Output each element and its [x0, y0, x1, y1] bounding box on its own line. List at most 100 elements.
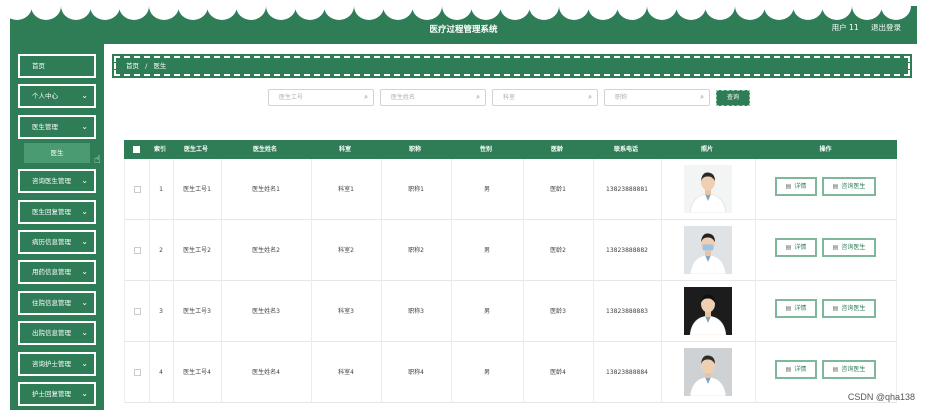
main-content: 首页 / 医生 医生工号 ⌕ 医生姓名 ⌕ 科室 ⌕ 职称 ⌕ 查询 索引 医生工号 医… — [104, 44, 917, 410]
detail-button[interactable]: ▤ 详情 — [775, 177, 817, 196]
table-row: 3 医生工号3 医生姓名3 科室3 职称3 男医龄3 13823888883 ▤ 详情 ▤ 咨询医生 — [124, 281, 897, 342]
cell-title: 职称2 — [408, 247, 424, 254]
cell-index: 4 — [159, 369, 163, 376]
sidebar-item-nurse-reply[interactable]: 护士回复管理 ⌄ — [18, 382, 96, 406]
consult-doctor-button[interactable]: ▤ 咨询医生 — [822, 177, 876, 196]
search-input-doctor-name[interactable]: 医生姓名 ⌕ — [380, 89, 486, 106]
chevron-down-icon: ⌄ — [81, 207, 88, 216]
detail-button[interactable]: ▤ 详情 — [775, 238, 817, 257]
search-icon: ⌕ — [476, 93, 480, 101]
sidebar-item-label: 咨询护士管理 — [32, 360, 71, 368]
row-checkbox[interactable] — [125, 281, 149, 342]
col-actions: 操作 — [819, 146, 832, 153]
cell-phone: 13823888883 — [606, 308, 648, 315]
cell-dept: 科室3 — [338, 308, 354, 315]
chevron-down-icon: ⌄ — [81, 122, 88, 131]
select-all-checkbox[interactable] — [124, 140, 148, 159]
user-name[interactable]: 用户 11 — [832, 23, 859, 32]
cell-index: 3 — [159, 308, 163, 315]
logout-link[interactable]: 退出登录 — [871, 23, 901, 32]
doctor-photo — [684, 226, 732, 275]
chevron-down-icon: ⌄ — [81, 237, 88, 246]
sidebar-item-personal-center[interactable]: 个人中心 ⌄ — [18, 84, 96, 108]
search-icon: ⌕ — [700, 93, 704, 101]
cell-title: 职称1 — [408, 186, 424, 193]
sidebar-item-discharge[interactable]: 出院信息管理 ⌄ — [18, 321, 96, 345]
detail-label: 详情 — [794, 244, 807, 251]
chevron-down-icon: ⌄ — [81, 91, 88, 100]
sidebar-item-doctor-management[interactable]: 医生管理 ⌄ — [18, 115, 96, 139]
sidebar-item-label: 首页 — [32, 62, 45, 70]
doctor-photo — [684, 165, 732, 214]
detail-button[interactable]: ▤ 详情 — [775, 360, 817, 379]
col-doctor-id: 医生工号 — [183, 146, 208, 153]
consult-doctor-button[interactable]: ▤ 咨询医生 — [822, 360, 876, 379]
detail-button[interactable]: ▤ 详情 — [775, 299, 817, 318]
cell-id: 医生工号2 — [183, 247, 211, 254]
cell-gender: 男 — [483, 369, 490, 376]
column-divider — [755, 159, 756, 220]
consult-doctor-button[interactable]: ▤ 咨询医生 — [822, 238, 876, 257]
row-checkbox[interactable] — [125, 159, 149, 220]
sidebar-item-label: 个人中心 — [32, 92, 58, 100]
sidebar-item-label: 病历信息管理 — [32, 238, 71, 246]
col-photo: 照片 — [700, 146, 713, 153]
search-input-title[interactable]: 职称 ⌕ — [604, 89, 710, 106]
cell-id: 医生工号3 — [183, 308, 211, 315]
sidebar-item-medical-records[interactable]: 病历信息管理 ⌄ — [18, 230, 96, 254]
sidebar-item-consult-doctor[interactable]: 咨询医生管理 ⌄ — [18, 169, 96, 193]
document-icon: ▤ — [785, 244, 792, 251]
sidebar-item-medication[interactable]: 用药信息管理 ⌄ — [18, 260, 96, 284]
cell-dept: 科室4 — [338, 369, 354, 376]
sidebar-item-label: 医生回复管理 — [32, 208, 71, 216]
column-divider — [755, 342, 756, 403]
column-divider — [755, 281, 756, 342]
col-department: 科室 — [338, 146, 351, 153]
column-divider — [755, 220, 756, 281]
sidebar-item-doctor-reply[interactable]: 医生回复管理 ⌄ — [18, 200, 96, 224]
search-input-doctor-id[interactable]: 医生工号 ⌕ — [268, 89, 374, 106]
breadcrumb-separator: / — [145, 62, 148, 70]
cell-name: 医生姓名4 — [252, 369, 280, 376]
sidebar-item-admission[interactable]: 住院信息管理 ⌄ — [18, 291, 96, 315]
detail-label: 详情 — [794, 183, 807, 190]
detail-label: 详情 — [794, 366, 807, 373]
search-icon: ⌕ — [364, 93, 368, 101]
cell-years: 医龄4 — [550, 369, 566, 376]
document-icon: ▤ — [832, 366, 839, 373]
sidebar-item-label: 用药信息管理 — [32, 268, 71, 276]
consult-doctor-button[interactable]: ▤ 咨询医生 — [822, 299, 876, 318]
search-button[interactable]: 查询 — [716, 90, 750, 106]
sidebar: 首页 个人中心 ⌄ 医生管理 ⌄ 医生 ☝ 咨询医生管理 ⌄ 医生回复管理 ⌄ 病历信息… — [10, 44, 104, 410]
sidebar-item-home[interactable]: 首页 — [18, 54, 96, 78]
row-checkbox[interactable] — [125, 342, 149, 403]
cell-name: 医生姓名3 — [252, 308, 280, 315]
col-gender: 性别 — [479, 146, 492, 153]
column-divider — [661, 342, 662, 403]
app-title: 医疗过程管理系统 — [429, 25, 498, 35]
search-icon: ⌕ — [588, 93, 592, 101]
cell-gender: 男 — [483, 308, 490, 315]
chevron-down-icon: ⌄ — [81, 389, 88, 398]
search-input-department[interactable]: 科室 ⌕ — [492, 89, 598, 106]
cell-phone: 13823888881 — [606, 186, 648, 193]
sidebar-subitem-doctor[interactable]: 医生 — [24, 143, 90, 163]
top-header: 医疗过程管理系统 用户 11 退出登录 — [10, 6, 917, 44]
document-icon: ▤ — [832, 305, 839, 312]
col-phone: 联系电话 — [613, 146, 638, 153]
col-index: 索引 — [153, 146, 166, 153]
search-placeholder: 科室 — [503, 94, 516, 101]
breadcrumb-home[interactable]: 首页 — [126, 62, 139, 70]
document-icon: ▤ — [785, 183, 792, 190]
cell-years: 医龄2 — [550, 247, 566, 254]
cell-phone: 13823888882 — [606, 247, 648, 254]
sidebar-item-consult-nurse[interactable]: 咨询护士管理 ⌄ — [18, 352, 96, 376]
cell-phone: 13823888884 — [606, 369, 648, 376]
cell-id: 医生工号1 — [183, 186, 211, 193]
sidebar-item-label: 住院信息管理 — [32, 299, 71, 307]
document-icon: ▤ — [785, 366, 792, 373]
cell-id: 医生工号4 — [183, 369, 211, 376]
cell-title: 职称4 — [408, 369, 424, 376]
document-icon: ▤ — [832, 183, 839, 190]
row-checkbox[interactable] — [125, 220, 149, 281]
